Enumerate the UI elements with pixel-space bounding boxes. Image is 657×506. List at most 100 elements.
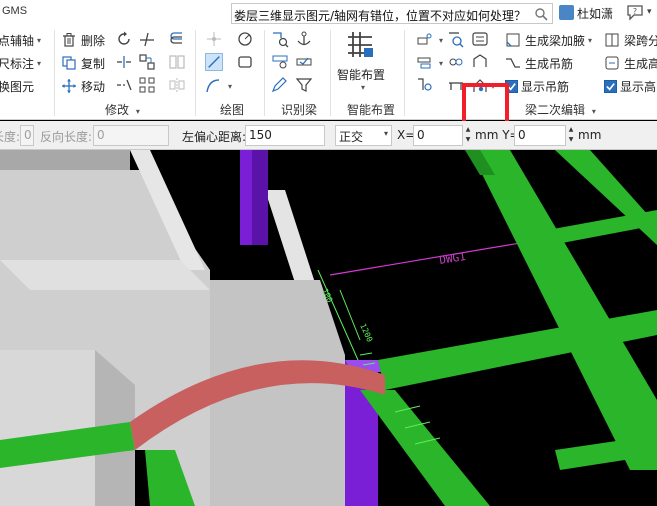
group-label-modify: 修改 ▾ [105,103,140,117]
array-icon[interactable] [138,76,156,94]
left-offset-input[interactable]: 150 [245,125,325,146]
smart-layout-icon[interactable] [344,29,376,61]
x-coord-input[interactable]: 0 [413,125,463,146]
copy-icon [62,56,76,70]
wall-ledge [0,260,210,290]
anchor-icon[interactable] [295,30,313,48]
group-separator [404,30,405,116]
user-name[interactable]: 杜如潇 [577,5,613,22]
show-height-checkbox[interactable]: 显示高 [604,76,656,96]
chevron-down-icon[interactable]: ▾ [361,83,365,92]
svg-text:?: ? [633,7,637,16]
check-beam-icon[interactable] [295,53,313,71]
left-offset-label: 左偏心距离: [182,130,247,144]
point-icon[interactable] [205,30,223,48]
copy-button[interactable]: 复制 [61,53,105,73]
beam-front-diagonal [360,390,490,506]
checkbox-checked-icon [604,79,617,93]
circle-icon[interactable] [236,30,254,48]
apply-same-icon[interactable] [447,53,465,71]
3d-scene: DWG1 100 1200 [0,150,657,506]
chevron-down-icon: ▾ [37,35,42,45]
reverse-length-input[interactable]: 0 [93,125,169,146]
group-separator [54,30,55,116]
length-input[interactable]: 0 [20,125,34,146]
smart-layout-button[interactable]: 智能布置 [337,64,385,84]
gen-side-rebar-button[interactable]: 生成梁加腋 ▾ [505,30,592,50]
group-label-beam-edit: 梁二次编辑 ▾ [525,103,596,117]
rectangle-icon[interactable] [236,53,254,71]
column-back-side [252,150,268,245]
group-label-draw: 绘图 [220,103,245,117]
break-icon[interactable] [115,53,133,71]
x-coord-spinner[interactable]: ▲ ▼ [463,125,473,146]
help-search-box[interactable]: 娄层三维显示图元/轴网有错位，位置不对应如何处理？ [231,3,553,24]
dimension-line-inner [339,289,361,341]
delete-button[interactable]: 删除 [61,30,105,50]
edit-beam-icon[interactable] [271,76,289,94]
beam-span-icon [605,33,619,47]
chevron-down-icon: ▾ [588,35,593,45]
move-arrows-icon [62,79,76,93]
identify-beam-icon[interactable] [271,30,289,48]
3d-viewport[interactable]: DWG1 100 1200 [0,150,657,506]
user-avatar-icon[interactable] [559,5,574,20]
identify-span-icon[interactable] [271,53,289,71]
ribbon-item-aux-axis[interactable]: 点辅轴 ▾ [0,30,41,50]
dimension-label-b: 1200 [358,322,374,343]
wall-front-left [0,350,95,506]
chat-bubble-icon[interactable]: ? [626,4,644,21]
split-icon[interactable] [168,53,186,71]
merge-icon[interactable] [138,53,156,71]
line-draw-icon[interactable] [205,53,223,71]
show-hanger-checkbox[interactable]: 显示吊筋 [505,76,569,96]
chevron-down-icon: ▾ [439,35,444,45]
search-icon[interactable] [534,7,548,21]
span-copy-button[interactable]: ▾ [416,53,443,73]
arc-icon [206,79,220,93]
arc-draw-button[interactable]: ▾ [205,76,232,96]
trash-icon [63,33,75,47]
beam-span-button[interactable]: 梁跨分 [604,30,657,50]
gen-hanger-button[interactable]: 生成吊筋 [505,53,573,73]
beam-search-icon[interactable] [447,30,465,48]
original-span-icon[interactable] [471,53,489,71]
length-label: 长度: [0,130,21,144]
help-search-text: 娄层三维显示图元/轴网有错位，位置不对应如何处理？ [234,9,527,23]
gen-height-button[interactable]: 生成高 [604,53,657,73]
haunch-rebar-icon [506,33,520,47]
reverse-length-label: 反向长度: [40,130,93,144]
filter-icon[interactable] [295,76,313,94]
ortho-mode-select[interactable]: 正交 ▾ [335,125,392,146]
offset-icon[interactable] [168,30,186,48]
hanger-rebar-icon [506,58,520,68]
ribbon-item-swap-element[interactable]: 换图元 [0,76,34,96]
beam-tag-label: DWG1 [438,250,466,267]
origin-tag-button[interactable]: ▾ [416,30,443,50]
group-label-smart: 智能布置 [347,103,396,117]
y-coord-input[interactable]: 0 [514,125,566,146]
group-label-identify: 识别梁 [281,103,318,117]
extend-icon[interactable] [138,30,156,48]
group-separator [330,30,331,116]
beam-lookup-icon[interactable] [416,76,434,94]
beam-tag-icon [417,33,432,45]
chevron-down-icon: ▾ [135,107,140,116]
gen-height-icon [605,56,619,70]
chevron-down-icon: ▾ [228,81,233,91]
chevron-down-icon: ▾ [383,129,388,138]
chevron-down-icon: ▾ [37,58,42,68]
rotate-icon[interactable] [115,30,133,48]
beam-table-icon[interactable] [471,30,489,48]
align-icon[interactable] [115,76,133,94]
move-button[interactable]: 移动 [61,76,105,96]
unit-label: mm [578,128,602,142]
title-bar: GMS 娄层三维显示图元/轴网有错位，位置不对应如何处理？ 杜如潇 ? ▾ [0,0,657,26]
ribbon-item-dim-label[interactable]: 尺标注 ▾ [0,53,41,73]
y-coord-label: mm Y= [475,128,520,142]
ribbon-toolbar: 点辅轴 ▾ 尺标注 ▾ 换图元 删除 复制 移动 修改 ▾ ▾ 绘图 识别梁 智… [0,26,657,149]
mirror-icon[interactable] [168,76,186,94]
app-name: GMS [2,5,28,17]
chevron-down-icon[interactable]: ▾ [647,7,652,17]
y-coord-spinner[interactable]: ▲ ▼ [566,125,576,146]
